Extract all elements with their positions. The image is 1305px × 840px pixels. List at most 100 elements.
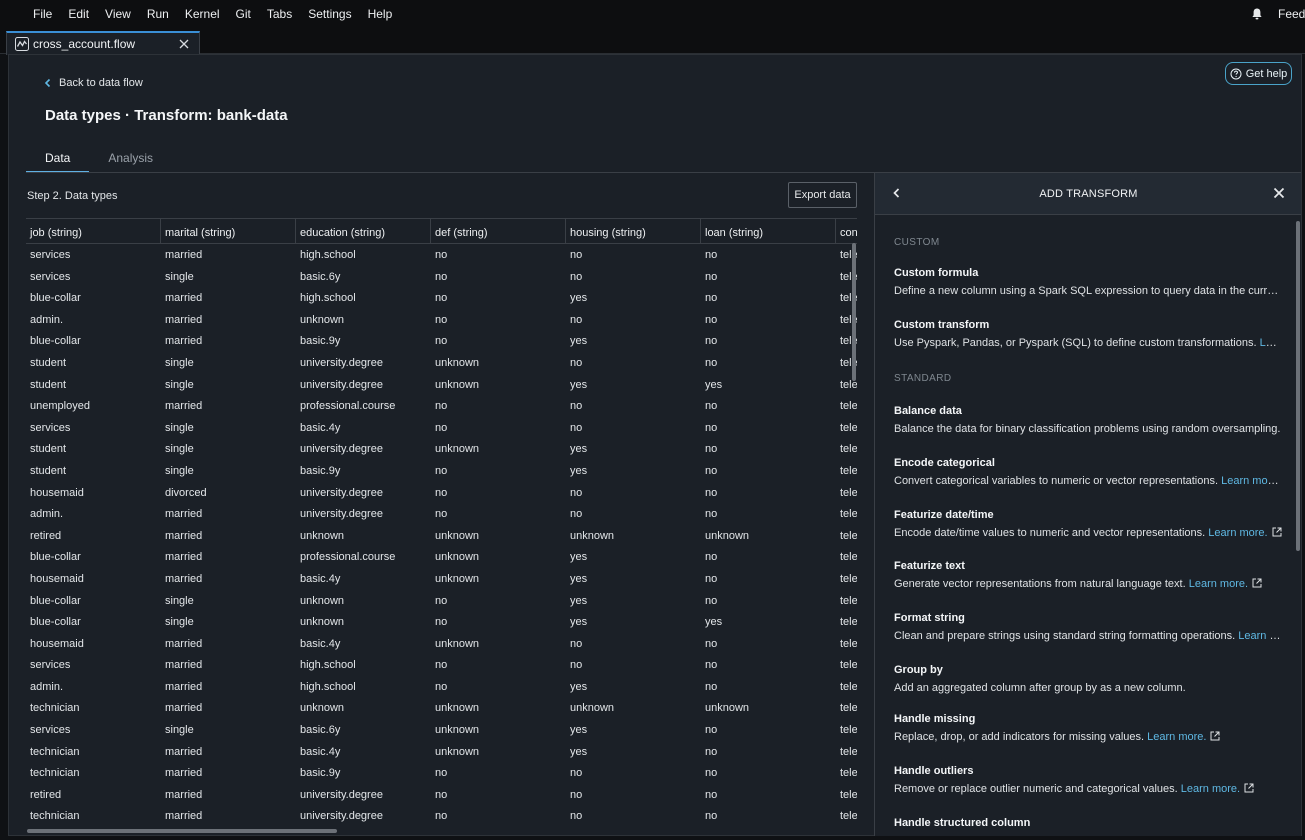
menu-help[interactable]: Help — [360, 7, 401, 21]
table-cell: telephone — [840, 464, 857, 477]
column-header[interactable]: contact (string) — [836, 219, 857, 243]
table-cell: no — [705, 508, 718, 521]
table-cell: no — [705, 421, 718, 434]
table-cell: basic.6y — [300, 724, 341, 737]
transform-description: Encode date/time values to numeric and v… — [894, 527, 1282, 539]
table-cell: no — [705, 400, 718, 413]
table-cell: married — [165, 745, 203, 758]
table-cell: telephone — [840, 767, 857, 780]
page-title: Data types · Transform: bank-data — [45, 107, 288, 124]
column-header[interactable]: housing (string) — [566, 219, 701, 243]
table-cell: technician — [30, 767, 80, 780]
menu-run[interactable]: Run — [139, 7, 177, 21]
tab-analysis[interactable]: Analysis — [89, 143, 172, 173]
menu-file[interactable]: File — [25, 7, 60, 21]
feedback-button[interactable]: Feedback — [1278, 7, 1305, 21]
transform-item-handle-missing[interactable]: Handle missing Replace, drop, or add indi… — [894, 713, 1282, 743]
table-cell: telephone — [840, 724, 857, 737]
learn-more-link[interactable]: Learn more. — [1189, 578, 1248, 590]
menu-edit[interactable]: Edit — [60, 7, 97, 21]
transform-item-format-string[interactable]: Format string Clean and prepare strings u… — [894, 612, 1282, 642]
table-cell: no — [705, 788, 718, 801]
table-cell: no — [705, 745, 718, 758]
table-cell: housemaid — [30, 572, 84, 585]
table-cell: yes — [570, 745, 588, 758]
table-cell: telephone — [840, 443, 857, 456]
grid-horizontal-scrollbar[interactable] — [27, 829, 337, 833]
table-cell: no — [570, 249, 583, 261]
table-cell: unknown — [300, 313, 345, 326]
transform-item-handle-structured-column[interactable]: Handle structured column Flatten JSON and… — [894, 817, 1282, 836]
learn-more-link[interactable]: Learn more. — [1208, 527, 1267, 539]
get-help-button[interactable]: Get help — [1225, 62, 1292, 85]
menu-tabs[interactable]: Tabs — [259, 7, 300, 21]
transform-item-custom-formula[interactable]: Custom formula Define a new column using … — [894, 267, 1282, 297]
menu-settings[interactable]: Settings — [300, 7, 359, 21]
learn-more-link[interactable]: Learn more. — [1260, 337, 1282, 349]
table-cell: no — [705, 659, 718, 672]
table-cell: housemaid — [30, 637, 84, 650]
table-cell: yes — [570, 378, 588, 391]
transform-description: Add an aggregated column after group by … — [894, 682, 1282, 694]
chevron-left-icon — [44, 78, 51, 88]
transform-name: Handle missing — [894, 713, 976, 725]
table-cell: blue-collar — [30, 551, 81, 564]
column-header[interactable]: education (string) — [296, 219, 431, 243]
close-tab-icon[interactable] — [177, 37, 191, 51]
transform-name: Handle structured column — [894, 817, 1031, 829]
panel-scrollbar[interactable] — [1296, 221, 1300, 551]
step-title: Step 2. Data types — [27, 190, 118, 202]
column-header[interactable]: def (string) — [431, 219, 566, 243]
back-to-data-flow-link[interactable]: Back to data flow — [43, 77, 143, 89]
table-cell: unknown — [300, 702, 345, 715]
transform-description-text: Define a new column using a Spark SQL ex… — [894, 285, 1282, 297]
table-cell: no — [435, 767, 448, 780]
table-row: technician married unknown unknown unknown un… — [26, 698, 857, 720]
transform-item-handle-outliers[interactable]: Handle outliers Remove or replace outlier… — [894, 765, 1282, 795]
learn-more-link[interactable]: Learn more. — [1221, 475, 1280, 487]
transform-description: Remove or replace outlier numeric and ca… — [894, 783, 1282, 795]
column-header[interactable]: marital (string) — [161, 219, 296, 243]
table-row: student single university.degree unknown yes… — [26, 439, 857, 461]
back-label: Back to data flow — [59, 77, 143, 89]
transform-name: Featurize date/time — [894, 509, 994, 521]
menu-kernel[interactable]: Kernel — [177, 7, 228, 21]
column-header[interactable]: job (string) — [26, 219, 161, 243]
add-transform-title: ADD TRANSFORM — [1039, 188, 1138, 200]
transform-item-balance-data[interactable]: Balance data Balance the data for binary … — [894, 405, 1282, 435]
menu-git[interactable]: Git — [228, 7, 259, 21]
tab-cross-account-flow[interactable]: cross_account.flow — [6, 31, 200, 55]
table-cell: single — [165, 421, 194, 434]
table-cell: university.degree — [300, 356, 383, 369]
menu-bar: File Edit View Run Kernel Git Tabs Settings Help… — [0, 0, 1305, 27]
column-header[interactable]: loan (string) — [701, 219, 836, 243]
grid-vertical-scrollbar[interactable] — [852, 243, 856, 381]
table-cell: student — [30, 378, 67, 391]
transform-item-featurize-date-time[interactable]: Featurize date/time Encode date/time valu… — [894, 509, 1282, 539]
table-row: blue-collar married professional.course unk… — [26, 547, 857, 569]
transform-item-custom-transform[interactable]: Custom transform Use Pyspark, Pandas, or … — [894, 319, 1282, 349]
transform-item-group-by[interactable]: Group by Add an aggregated column after g… — [894, 664, 1282, 694]
table-cell: no — [705, 572, 718, 585]
export-data-button[interactable]: Export data — [788, 182, 857, 208]
table-cell: married — [165, 788, 203, 801]
menu-items: File Edit View Run Kernel Git Tabs Settings Help — [0, 7, 400, 21]
transform-item-featurize-text[interactable]: Featurize text Generate vector representa… — [894, 560, 1282, 590]
grid-header: job (string) marital (string) education (s… — [26, 218, 857, 244]
table-cell: basic.4y — [300, 572, 341, 585]
close-icon[interactable] — [1272, 186, 1286, 200]
table-cell: no — [705, 356, 718, 369]
learn-more-link[interactable]: Learn more. — [1147, 731, 1206, 743]
menu-view[interactable]: View — [97, 7, 139, 21]
learn-more-link[interactable]: Learn more. — [1181, 783, 1240, 795]
table-row: retired married university.degree no no no tel… — [26, 785, 857, 807]
table-cell: no — [705, 810, 718, 823]
transform-item-encode-categorical[interactable]: Encode categorical Convert categorical va… — [894, 457, 1282, 487]
table-cell: no — [435, 594, 448, 607]
table-cell: yes — [570, 464, 588, 477]
bell-icon[interactable] — [1250, 7, 1264, 21]
learn-more-link[interactable]: Learn more. — [1238, 630, 1282, 642]
tab-data[interactable]: Data — [26, 143, 90, 173]
table-row: technician married university.degree no no no… — [26, 806, 857, 828]
table-cell: basic.4y — [300, 745, 341, 758]
